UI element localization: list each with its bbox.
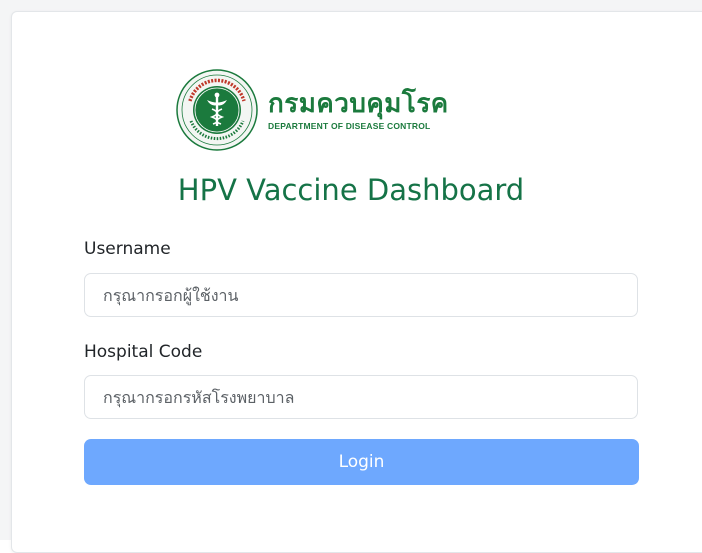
login-button[interactable]: Login: [84, 439, 639, 485]
ministry-seal-icon: [176, 69, 258, 151]
username-label: Username: [84, 239, 171, 259]
page-title: HPV Vaccine Dashboard: [177, 173, 525, 207]
org-name: กรมควบคุมโรค DEPARTMENT OF DISEASE CONTR…: [268, 89, 449, 131]
org-name-thai: กรมควบคุมโรค: [268, 89, 449, 119]
org-name-english: DEPARTMENT OF DISEASE CONTROL: [268, 121, 431, 131]
hospital-code-label: Hospital Code: [84, 342, 203, 362]
hospital-code-input[interactable]: [84, 375, 638, 419]
username-input[interactable]: [84, 273, 638, 317]
org-logo: กรมควบคุมโรค DEPARTMENT OF DISEASE CONTR…: [176, 68, 449, 152]
